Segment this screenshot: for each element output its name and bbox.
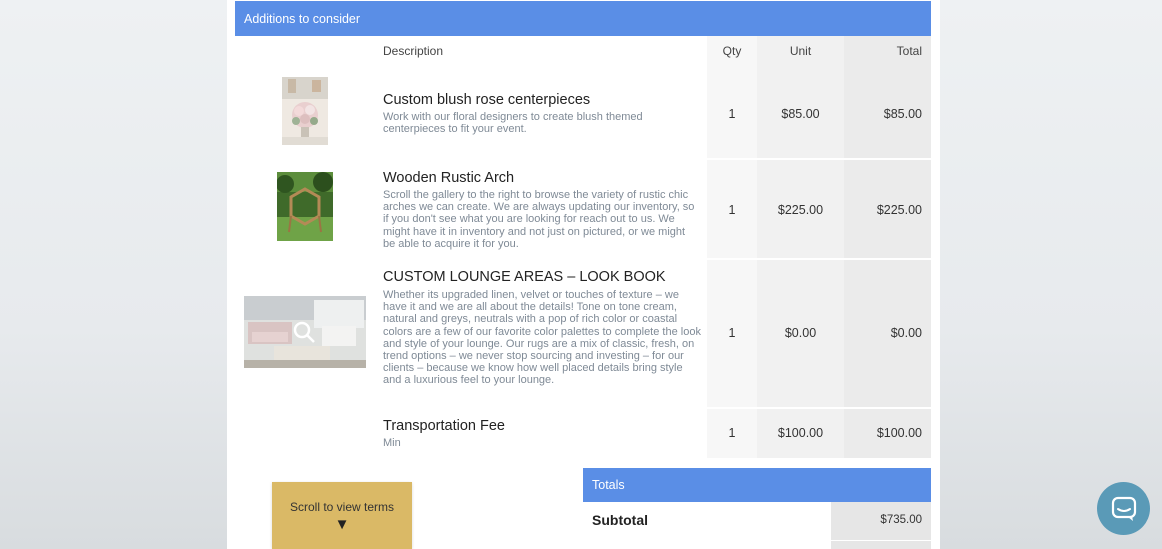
item-qty: 1 (728, 203, 736, 217)
item-description: Min (383, 437, 401, 449)
item-qty: 1 (728, 326, 736, 340)
column-header-description: Description (383, 44, 444, 58)
item-total: $225.00 (876, 203, 922, 217)
item-unit-price: $85.00 (781, 107, 820, 121)
item-qty: 1 (728, 107, 736, 121)
total-column-band (844, 36, 931, 458)
item-title: Custom blush rose centerpieces (383, 92, 591, 108)
totals-header: Totals (583, 468, 931, 502)
item-title: Transportation Fee (383, 418, 505, 434)
column-header-total: Total (896, 44, 922, 58)
item-unit-price: $100.00 (777, 426, 824, 440)
lounge-area-thumbnail[interactable] (244, 296, 366, 368)
item-title: Wooden Rustic Arch (383, 170, 515, 186)
item-description: Whether its upgraded linen, velvet or to… (383, 289, 701, 387)
scroll-to-terms-label: Scroll to view terms (289, 500, 395, 514)
item-total: $100.00 (876, 426, 922, 440)
row-divider (707, 407, 931, 409)
row-divider (707, 258, 931, 260)
down-triangle-icon: ▼ (334, 516, 350, 533)
section-header: Additions to consider (235, 1, 931, 36)
item-total: $85.00 (883, 107, 922, 121)
item-qty: 1 (728, 426, 736, 440)
wooden-arch-thumbnail[interactable] (277, 172, 333, 241)
item-total: $0.00 (890, 326, 922, 340)
item-unit-price: $0.00 (784, 326, 817, 340)
totals-title: Totals (592, 478, 625, 492)
column-header-qty: Qty (722, 44, 742, 58)
item-description: Scroll the gallery to the right to brows… (383, 189, 695, 250)
floral-centerpiece-thumbnail[interactable] (282, 77, 328, 145)
subtotal-value: $735.00 (880, 514, 922, 526)
item-unit-price: $225.00 (777, 203, 824, 217)
row-divider (707, 158, 931, 160)
qty-column-band (707, 36, 757, 458)
next-total-band (831, 541, 931, 549)
unit-column-band (757, 36, 844, 458)
column-header-unit: Unit (789, 44, 812, 58)
scroll-to-terms-button[interactable]: Scroll to view terms ▼ (272, 482, 412, 549)
subtotal-label: Subtotal (592, 512, 648, 528)
chat-bubble-icon (1111, 496, 1136, 521)
section-title: Additions to consider (244, 11, 361, 26)
chat-widget-button[interactable] (1097, 482, 1150, 535)
item-description: Work with our floral designers to create… (383, 111, 643, 136)
item-title: CUSTOM LOUNGE AREAS – LOOK BOOK (383, 269, 666, 285)
